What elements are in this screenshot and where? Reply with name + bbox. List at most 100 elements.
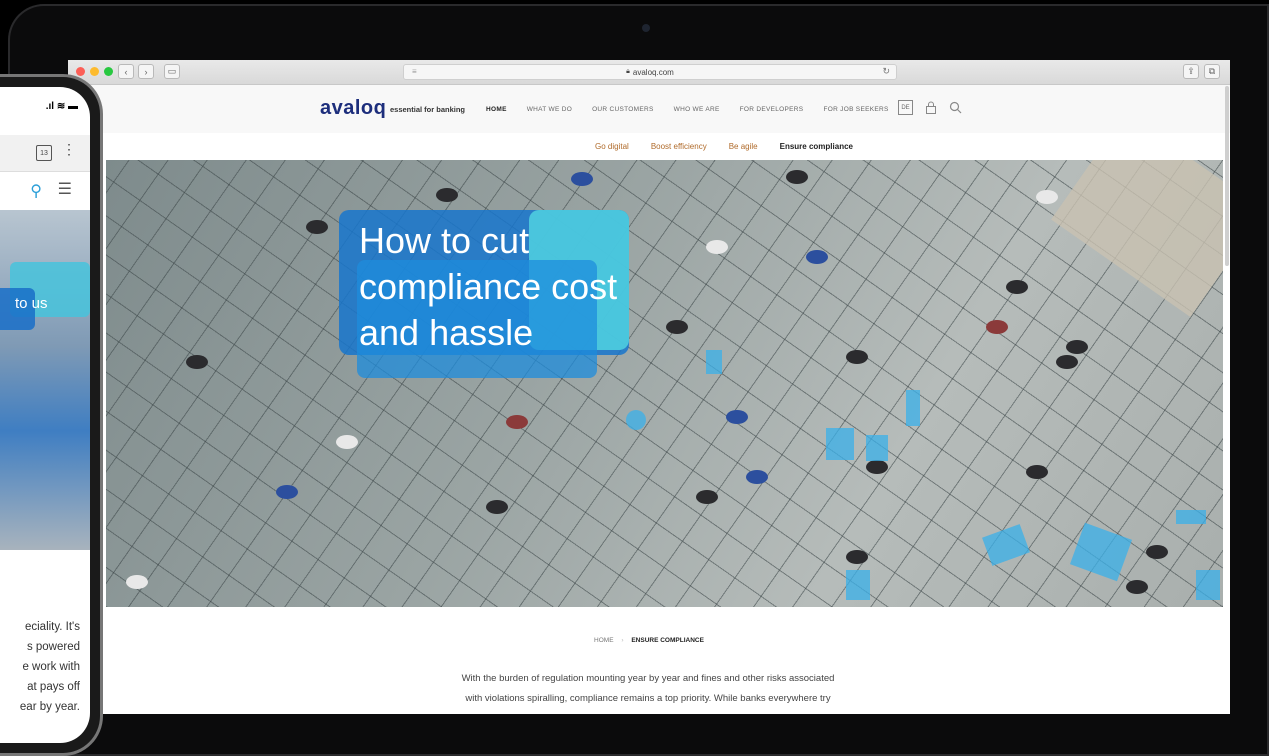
- intro-paragraph: With the burden of regulation mounting y…: [428, 669, 868, 709]
- reload-icon[interactable]: ↻: [882, 66, 890, 77]
- subnav-go-digital[interactable]: Go digital: [595, 142, 629, 151]
- subnav-ensure-compliance[interactable]: Ensure compliance: [780, 142, 853, 151]
- pixel-decoration: [866, 435, 888, 461]
- cyclist: [706, 240, 728, 254]
- browser-right-buttons: ⇪ ⧉: [1183, 64, 1220, 79]
- browser-window: ‹ › ▭ ≡ 🔒︎ avaloq.com ↻ ⇪ ⧉ avaloq essen…: [68, 60, 1230, 714]
- cyclist: [846, 550, 868, 564]
- pixel-decoration: [982, 524, 1030, 566]
- cyclist: [1036, 190, 1058, 204]
- cyclist: [726, 410, 748, 424]
- hero-headline: How to cut compliance cost and hassle: [359, 220, 618, 353]
- pixel-decoration: [1196, 570, 1220, 600]
- login-lock-icon[interactable]: [925, 101, 937, 114]
- sidebar-toggle-icon[interactable]: ▭: [164, 64, 180, 79]
- search-icon[interactable]: ⚲: [30, 181, 42, 201]
- pixel-decoration: [626, 410, 646, 430]
- cyclist: [186, 355, 208, 369]
- nav-for-job-seekers[interactable]: FOR JOB SEEKERS: [823, 106, 888, 113]
- signal-icon: .ıl: [45, 101, 55, 112]
- minimize-window-button[interactable]: [90, 67, 99, 76]
- chevron-right-icon: ›: [621, 637, 624, 644]
- cyclist: [486, 500, 508, 514]
- main-nav: HOME WHAT WE DO OUR CUSTOMERS WHO WE ARE…: [486, 106, 889, 113]
- intro-line: with violations spiralling, compliance r…: [465, 693, 831, 704]
- pixel-decoration: [846, 570, 870, 600]
- sub-nav: Go digital Boost efficiency Be agile Ens…: [68, 133, 1230, 159]
- cyclist: [806, 250, 828, 264]
- nav-for-developers[interactable]: FOR DEVELOPERS: [740, 106, 804, 113]
- nav-what-we-do[interactable]: WHAT WE DO: [527, 106, 572, 113]
- cyclist: [1126, 580, 1148, 594]
- phone-address-bar[interactable]: 13 ⋮: [0, 135, 90, 172]
- reader-icon[interactable]: ≡: [412, 67, 417, 76]
- laptop-frame: ‹ › ▭ ≡ 🔒︎ avaloq.com ↻ ⇪ ⧉ avaloq essen…: [8, 4, 1269, 756]
- cyclist: [786, 170, 808, 184]
- hero-speech-bubble: How to cut compliance cost and hassle: [339, 210, 629, 378]
- cyclist: [1006, 280, 1028, 294]
- page-content: HOME › ENSURE COMPLIANCE With the burden…: [68, 607, 1230, 714]
- cyclist: [276, 485, 298, 499]
- browser-toolbar: ‹ › ▭ ≡ 🔒︎ avaloq.com ↻ ⇪ ⧉: [68, 60, 1230, 85]
- cyclist: [696, 490, 718, 504]
- hero-image: How to cut compliance cost and hassle: [106, 160, 1223, 607]
- cyclist: [1056, 355, 1078, 369]
- pixel-decoration: [1176, 510, 1206, 524]
- cyclist: [1026, 465, 1048, 479]
- cyclist: [1066, 340, 1088, 354]
- cyclist: [306, 220, 328, 234]
- phone-body-line: eciality. It's: [24, 621, 80, 633]
- language-switch-button[interactable]: DE: [898, 100, 913, 115]
- hero-corner-decoration: [1051, 160, 1223, 317]
- cyclist: [1146, 545, 1168, 559]
- battery-icon: ▬: [68, 101, 78, 112]
- pixel-decoration: [706, 350, 722, 374]
- cyclist: [571, 172, 593, 186]
- scrollbar[interactable]: [1225, 86, 1229, 266]
- more-vert-icon[interactable]: ⋮: [62, 141, 76, 158]
- tab-count-button[interactable]: 13: [36, 145, 52, 161]
- phone-status-icons: .ıl ≋ ▬: [46, 101, 78, 112]
- close-window-button[interactable]: [76, 67, 85, 76]
- lock-icon: 🔒︎: [626, 68, 630, 75]
- pixel-decoration: [1069, 522, 1133, 582]
- phone-body-text: eciality. It's s powered e work with at …: [0, 617, 80, 717]
- phone-body-line: ear by year.: [19, 701, 80, 713]
- breadcrumb-current: ENSURE COMPLIANCE: [631, 637, 704, 644]
- address-bar[interactable]: ≡ 🔒︎ avaloq.com ↻: [403, 64, 897, 80]
- tabs-icon[interactable]: ⧉: [1204, 64, 1220, 79]
- pixel-decoration: [826, 428, 854, 460]
- nav-home[interactable]: HOME: [486, 106, 507, 113]
- subnav-be-agile[interactable]: Be agile: [729, 142, 758, 151]
- phone-hero-text: to us: [15, 295, 48, 312]
- phone-site-header: ⚲ ☰: [0, 173, 90, 209]
- history-buttons: ‹ › ▭: [118, 64, 180, 79]
- breadcrumb: HOME › ENSURE COMPLIANCE: [68, 637, 1230, 644]
- logo-tagline: essential for banking: [390, 105, 466, 114]
- forward-button[interactable]: ›: [138, 64, 154, 79]
- window-controls: [76, 67, 113, 76]
- subnav-boost-efficiency[interactable]: Boost efficiency: [651, 142, 707, 151]
- header-icons: DE: [898, 100, 962, 115]
- cyclist: [866, 460, 888, 474]
- breadcrumb-home[interactable]: HOME: [594, 637, 614, 644]
- phone-body-line: at pays off: [27, 681, 80, 693]
- hamburger-menu-icon[interactable]: ☰: [58, 179, 72, 199]
- search-icon[interactable]: [949, 101, 962, 114]
- cyclist: [336, 435, 358, 449]
- maximize-window-button[interactable]: [104, 67, 113, 76]
- cyclist: [986, 320, 1008, 334]
- wifi-icon: ≋: [56, 101, 66, 112]
- nav-who-we-are[interactable]: WHO WE ARE: [674, 106, 720, 113]
- avaloq-logo[interactable]: avaloq: [320, 97, 386, 120]
- back-button[interactable]: ‹: [118, 64, 134, 79]
- cyclist: [666, 320, 688, 334]
- camera-dot: [642, 24, 650, 32]
- phone-screen: .ıl ≋ ▬ 13 ⋮ ⚲ ☰ to us eciality. It's s …: [0, 87, 90, 743]
- site-header: avaloq essential for banking HOME WHAT W…: [68, 85, 1230, 133]
- cyclist: [126, 575, 148, 589]
- share-icon[interactable]: ⇪: [1183, 64, 1199, 79]
- cyclist: [436, 188, 458, 202]
- intro-line: With the burden of regulation mounting y…: [461, 673, 835, 684]
- nav-our-customers[interactable]: OUR CUSTOMERS: [592, 106, 654, 113]
